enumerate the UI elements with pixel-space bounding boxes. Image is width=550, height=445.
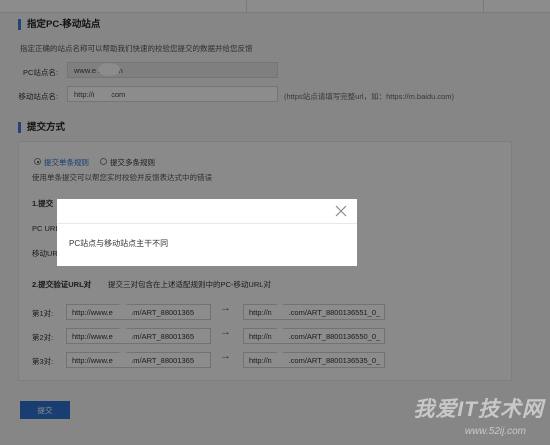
close-icon[interactable] <box>335 205 347 217</box>
alert-dialog: PC站点与移动站点主干不同 <box>57 199 357 266</box>
watermark-logo: 我爱IT技术网 <box>413 398 544 421</box>
dialog-message: PC站点与移动站点主干不同 <box>69 239 169 248</box>
dialog-divider <box>57 223 357 224</box>
watermark-url: www.52ij.com <box>464 426 526 437</box>
